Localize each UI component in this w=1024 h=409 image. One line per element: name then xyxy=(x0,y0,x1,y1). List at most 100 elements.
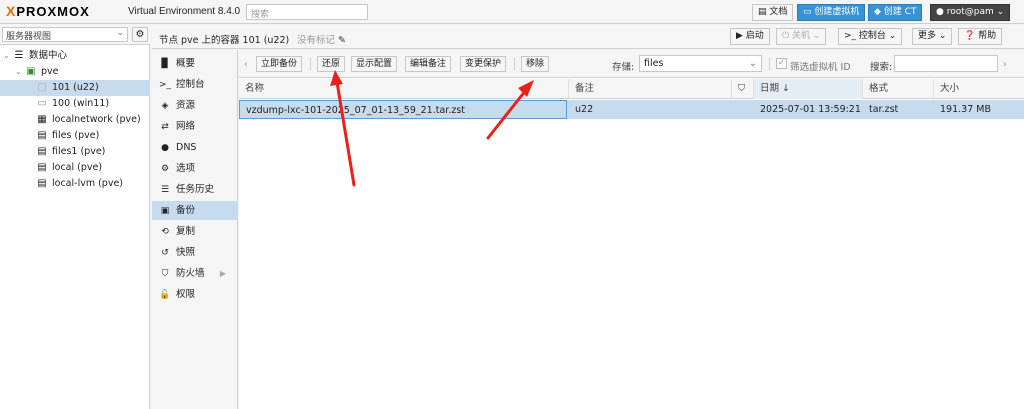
storage-icon: ▤ xyxy=(37,146,47,157)
table-row[interactable]: vzdump-lxc-101-2025_07_01-13_59_21.tar.z… xyxy=(239,100,1024,119)
menu-item-resources[interactable]: ◈ 资源 xyxy=(152,96,238,115)
menu-item-firewall[interactable]: ⛉ 防火墙 ▶ xyxy=(152,264,238,283)
backup-date-cell: 2025-07-01 13:59:21 xyxy=(760,104,861,115)
backup-protected-cell xyxy=(732,100,754,119)
play-icon: ▶ xyxy=(736,31,746,41)
create-vm-button[interactable]: ▭ 创建虚拟机 xyxy=(797,4,866,21)
network-icon: ▦ xyxy=(37,114,47,125)
backup-now-button[interactable]: 立即备份 xyxy=(256,56,303,72)
edit-notes-button[interactable]: 编辑备注 xyxy=(405,56,452,72)
user-icon: ● xyxy=(936,7,947,17)
chevron-left-icon[interactable]: ‹ xyxy=(244,59,248,70)
menu-item-network[interactable]: ⇄ 网络 xyxy=(152,117,238,136)
terminal-icon: >_ xyxy=(844,31,859,41)
chevron-down-icon: ⌄ xyxy=(749,58,757,69)
proxmox-logo: XPROXMOX xyxy=(6,3,90,19)
view-select[interactable]: 服务器视图 ⌄ xyxy=(2,27,128,42)
col-size[interactable]: 大小 xyxy=(934,79,1024,99)
menu-item-task-history[interactable]: ☰ 任务历史 xyxy=(152,180,238,199)
storage-select[interactable]: files ⌄ xyxy=(639,55,762,72)
create-ct-button[interactable]: ◆ 创建 CT xyxy=(868,4,923,21)
menu-item-backup[interactable]: ▣ 备份 xyxy=(152,201,238,220)
cube-icon: ◆ xyxy=(874,7,884,17)
dns-icon: ● xyxy=(161,143,169,153)
task-history-icon: ☰ xyxy=(160,185,170,195)
datacenter-icon: ☰ xyxy=(14,50,24,61)
storage-icon: ▤ xyxy=(37,178,47,189)
storage-icon: ▤ xyxy=(37,162,47,173)
show-config-button[interactable]: 显示配置 xyxy=(351,56,398,72)
menu-item-summary[interactable]: ▉ 概要 xyxy=(152,54,238,73)
col-name[interactable]: 名称 xyxy=(239,79,569,99)
tree-node-local-lvm[interactable]: ▤ local-lvm (pve) xyxy=(0,176,150,192)
menu-item-replication[interactable]: ⟲ 复制 xyxy=(152,222,238,241)
backup-name-cell[interactable]: vzdump-lxc-101-2025_07_01-13_59_21.tar.z… xyxy=(239,100,567,119)
monitor-icon: ▭ xyxy=(803,7,815,17)
page-title: 节点 pve 上的容器 101 (u22) xyxy=(159,35,290,46)
tree-node-local[interactable]: ▤ local (pve) xyxy=(0,160,150,176)
backup-size-cell: 191.37 MB xyxy=(940,104,991,115)
change-protection-button[interactable]: 变更保护 xyxy=(460,56,507,72)
filter-vmid-checkbox[interactable]: ✓ xyxy=(776,58,787,69)
menu-item-permissions[interactable]: 🔓 权限 xyxy=(152,285,238,304)
backup-format-cell: tar.zst xyxy=(869,104,899,115)
backup-toolbar: ‹ 立即备份 还原 显示配置 编辑备注 变更保护 移除 存储: files ⌄ ✓… xyxy=(239,50,1024,78)
tree-node-datacenter[interactable]: ⌄ ☰ 数据中心 xyxy=(0,48,150,64)
col-format[interactable]: 格式 xyxy=(863,79,934,99)
col-notes[interactable]: 备注 xyxy=(569,79,732,99)
shutdown-button[interactable]: ⏻ 关机 ⌄ xyxy=(776,28,827,45)
toolbar-divider xyxy=(514,58,515,70)
menu-item-dns[interactable]: ● DNS xyxy=(152,138,238,157)
permissions-icon: 🔓 xyxy=(159,290,171,300)
tree-node-101[interactable]: ▢ 101 (u22) xyxy=(0,80,150,96)
network-icon: ⇄ xyxy=(161,122,169,132)
help-button[interactable]: ❓ 帮助 xyxy=(958,28,1003,45)
snapshot-icon: ↺ xyxy=(161,248,169,258)
search-input[interactable]: 搜索 xyxy=(246,4,368,20)
remove-button[interactable]: 移除 xyxy=(521,56,550,72)
chevron-right-icon[interactable]: › xyxy=(1003,59,1007,70)
replication-icon: ⟲ xyxy=(161,227,169,237)
backup-icon: ▣ xyxy=(160,206,170,216)
more-button[interactable]: 更多 ⌄ xyxy=(912,28,953,45)
container-menu: ▉ 概要 >_ 控制台 ◈ 资源 ⇄ 网络 ● DNS ⚙ 选项 ☰ 任务历史 ▣ 备份 ⟲ 复制… xyxy=(152,50,238,409)
console-button[interactable]: >_ 控制台 ⌄ xyxy=(838,28,903,45)
container-icon: ▢ xyxy=(37,82,47,93)
backup-notes-cell: u22 xyxy=(575,104,594,115)
menu-item-options[interactable]: ⚙ 选项 xyxy=(152,159,238,178)
filter-vmid-label: 筛选虚拟机 ID xyxy=(790,62,851,73)
menu-item-snapshot[interactable]: ↺ 快照 xyxy=(152,243,238,262)
docs-button[interactable]: ▤ 文档 xyxy=(752,4,794,21)
tree-node-files[interactable]: ▤ files (pve) xyxy=(0,128,150,144)
chevron-right-icon: ▶ xyxy=(219,269,226,278)
col-date[interactable]: 日期 ↓ xyxy=(754,79,863,99)
node-icon: ▣ xyxy=(26,66,36,77)
restore-button[interactable]: 还原 xyxy=(317,56,346,72)
resources-icon: ◈ xyxy=(161,101,169,111)
power-icon: ⏻ xyxy=(782,31,792,41)
tree-node-files1[interactable]: ▤ files1 (pve) xyxy=(0,144,150,160)
tags-edit[interactable]: 没有标记 ✎ xyxy=(297,32,346,46)
tree-node-localnetwork[interactable]: ▦ localnetwork (pve) xyxy=(0,112,150,128)
backup-search-input[interactable] xyxy=(894,55,998,72)
tree-node-pve[interactable]: ⌄ ▣ pve xyxy=(0,64,150,80)
book-icon: ▤ xyxy=(758,7,770,17)
firewall-icon: ⛉ xyxy=(161,269,169,279)
console-icon: >_ xyxy=(159,80,172,90)
chevron-down-icon: ⌄ xyxy=(3,51,10,60)
col-protected[interactable]: ⛉ xyxy=(732,79,754,99)
chevron-down-icon: ⌄ xyxy=(15,67,22,76)
help-icon: ❓ xyxy=(964,31,979,41)
gear-icon[interactable]: ⚙ xyxy=(132,27,148,42)
start-button[interactable]: ▶ 启动 xyxy=(730,28,770,45)
tree-node-100[interactable]: ▭ 100 (win11) xyxy=(0,96,150,112)
chevron-down-icon: ⌄ xyxy=(116,28,124,38)
user-menu-button[interactable]: ● root@pam ⌄ xyxy=(930,4,1011,21)
search-label: 搜索: xyxy=(870,62,893,73)
version-label: Virtual Environment 8.4.0 xyxy=(128,6,241,17)
table-header: 名称 备注 ⛉ 日期 ↓ 格式 大小 xyxy=(239,79,1024,99)
options-icon: ⚙ xyxy=(160,164,170,174)
menu-item-console[interactable]: >_ 控制台 xyxy=(152,75,238,94)
content-header: 节点 pve 上的容器 101 (u22) 没有标记 ✎ ▶ 启动 ⏻ 关机 ⌄… xyxy=(152,25,1024,49)
vm-icon: ▭ xyxy=(37,98,47,109)
